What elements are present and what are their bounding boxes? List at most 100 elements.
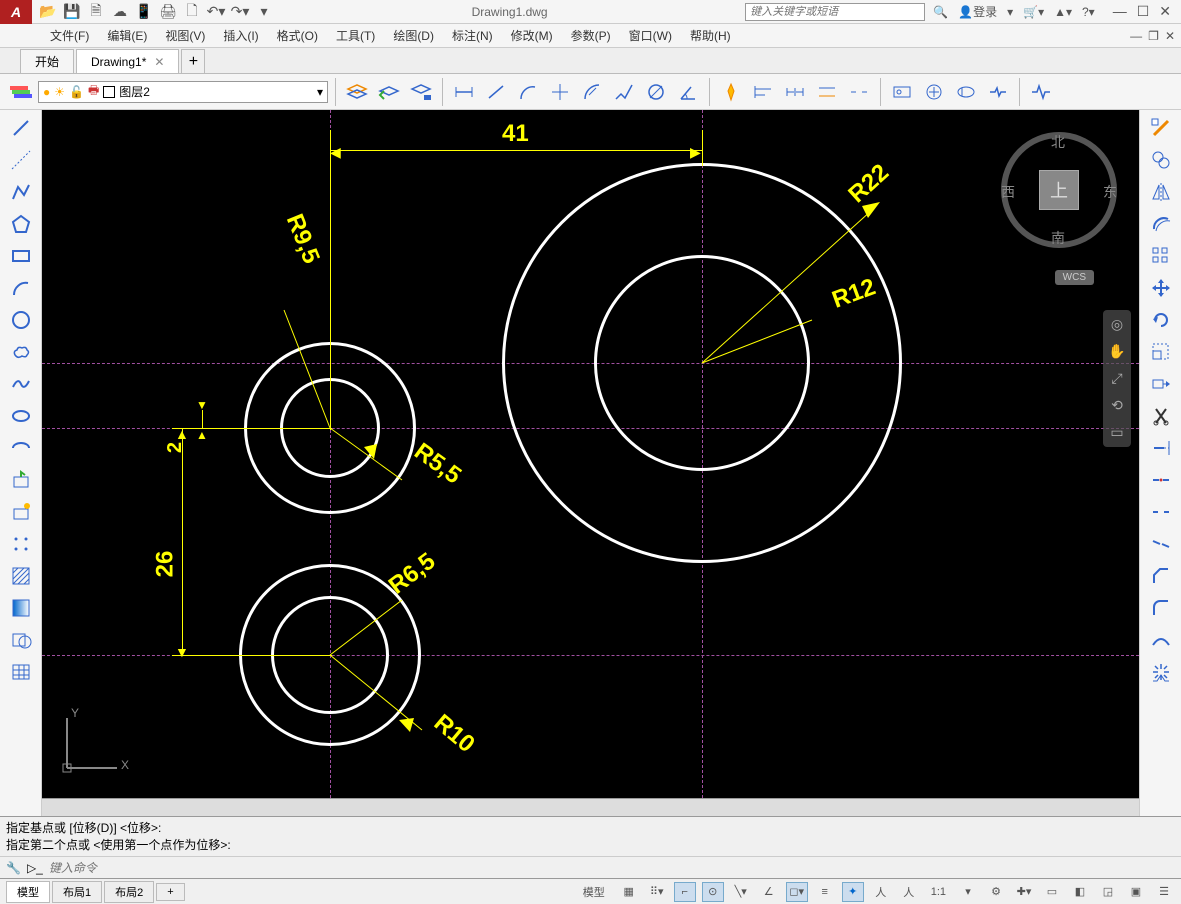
hatch-tool-icon[interactable] [6,562,36,590]
menu-modify[interactable]: 修改(M) [511,27,553,44]
arc-tool-icon[interactable] [6,274,36,302]
layout-tab-model[interactable]: 模型 [6,881,50,903]
make-block-tool-icon[interactable] [6,498,36,526]
viewcube[interactable]: 上 北 南 东 西 [999,130,1119,250]
menu-tools[interactable]: 工具(T) [336,27,375,44]
layer-previous-icon[interactable] [375,78,403,106]
menu-parametric[interactable]: 参数(P) [571,27,611,44]
layer-state-icon[interactable] [343,78,371,106]
extend-tool-icon[interactable] [1146,434,1176,462]
status-scale-label[interactable]: 1:1 [926,882,951,902]
tab-new-icon[interactable]: + [181,49,205,73]
status-plus-icon[interactable]: ✚▾ [1013,882,1035,902]
dim-aligned-icon[interactable] [482,78,510,106]
menu-insert[interactable]: 插入(I) [223,27,258,44]
status-sel-icon[interactable]: 人 [898,882,920,902]
mdi-close-icon[interactable]: ✕ [1165,29,1175,43]
maximize-icon[interactable]: ☐ [1137,3,1150,20]
scale-tool-icon[interactable] [1146,338,1176,366]
status-snap-icon[interactable]: ⠿▾ [646,882,668,902]
table-tool-icon[interactable] [6,658,36,686]
nav-pan-icon[interactable]: ✋ [1108,343,1125,360]
autodesk-icon[interactable]: ▲▾ [1054,5,1072,19]
status-tpy-icon[interactable]: 人 [870,882,892,902]
dim-arc-icon[interactable] [514,78,542,106]
nav-wheel-icon[interactable]: ◎ [1111,316,1123,333]
menu-window[interactable]: 窗口(W) [629,27,672,44]
drawing-canvas[interactable]: ◀ ▶ 41 ▲ ▼ 26 ▼ ▲ 2 [42,110,1139,798]
layer-match-icon[interactable] [407,78,435,106]
nav-showmotion-icon[interactable]: ▭ [1110,424,1123,441]
dim-jogged-icon[interactable] [610,78,638,106]
status-clean-icon[interactable]: ▣ [1125,882,1147,902]
help-icon[interactable]: ?▾ [1082,5,1095,19]
erase-tool-icon[interactable] [1146,114,1176,142]
break-point-tool-icon[interactable] [1146,466,1176,494]
search-go-icon[interactable]: 🔍 [933,5,948,19]
center-mark-icon[interactable] [920,78,948,106]
save-icon[interactable]: 💾 [62,2,82,22]
status-custom-icon[interactable]: ☰ [1153,882,1175,902]
polyline-tool-icon[interactable] [6,178,36,206]
dim-diameter-icon[interactable] [642,78,670,106]
dim-space-icon[interactable] [813,78,841,106]
dropdown-icon[interactable]: ▾ [1007,5,1013,19]
status-ortho-icon[interactable]: ⌐ [674,882,696,902]
status-scale-dropdown-icon[interactable]: ▾ [957,882,979,902]
mirror-tool-icon[interactable] [1146,178,1176,206]
dim-break-icon[interactable] [845,78,873,106]
point-tool-icon[interactable] [6,530,36,558]
tab-start[interactable]: 开始 [20,49,74,73]
gradient-tool-icon[interactable] [6,594,36,622]
polygon-tool-icon[interactable] [6,210,36,238]
app-logo[interactable]: A [0,0,32,24]
search-input[interactable] [745,3,925,21]
xline-tool-icon[interactable] [6,146,36,174]
status-isolate-icon[interactable]: ◲ [1097,882,1119,902]
menu-help[interactable]: 帮助(H) [690,27,731,44]
layer-dropdown-arrow-icon[interactable]: ▾ [317,85,323,99]
offset-tool-icon[interactable] [1146,210,1176,238]
mdi-restore-icon[interactable]: ❐ [1148,29,1159,43]
status-dyn-icon[interactable]: ✦ [842,882,864,902]
menu-edit[interactable]: 编辑(E) [107,27,147,44]
workspace-icon[interactable]: ▾ [254,2,274,22]
revcloud-tool-icon[interactable] [6,338,36,366]
layer-properties-icon[interactable] [6,78,34,106]
status-otrack-icon[interactable]: ∠ [758,882,780,902]
join-tool-icon[interactable] [1146,530,1176,558]
status-polar-icon[interactable]: ⊙ [702,882,724,902]
dim-ordinate-icon[interactable] [546,78,574,106]
status-lwt-icon[interactable]: ≡ [814,882,836,902]
status-model-button[interactable]: 模型 [576,882,612,902]
status-ui-icon[interactable]: ◧ [1069,882,1091,902]
array-tool-icon[interactable] [1146,242,1176,270]
status-qp-icon[interactable]: ▭ [1041,882,1063,902]
user-icon[interactable]: 👤登录 [958,3,997,20]
redo-icon[interactable]: ↷▾ [230,2,250,22]
dim-continue-icon[interactable] [781,78,809,106]
menu-view[interactable]: 视图(V) [165,27,205,44]
viewcube-south[interactable]: 南 [1051,228,1065,248]
explode-tool-icon[interactable] [1146,658,1176,686]
exchange-icon[interactable]: 🛒▾ [1023,5,1044,19]
fillet-tool-icon[interactable] [1146,594,1176,622]
new-icon[interactable]: 🗋 [182,2,202,22]
copy-tool-icon[interactable] [1146,146,1176,174]
blend-tool-icon[interactable] [1146,626,1176,654]
move-tool-icon[interactable] [1146,274,1176,302]
open-icon[interactable]: 📂 [38,2,58,22]
layout-tab-1[interactable]: 布局1 [52,881,102,903]
dim-angular-icon[interactable] [674,78,702,106]
menu-file[interactable]: 文件(F) [50,27,89,44]
close-icon[interactable]: ✕ [1159,3,1171,20]
trim-tool-icon[interactable] [1146,402,1176,430]
nav-orbit-icon[interactable]: ⟲ [1111,397,1123,414]
circle-tool-icon[interactable] [6,306,36,334]
rectangle-tool-icon[interactable] [6,242,36,270]
viewcube-east[interactable]: 东 [1103,182,1117,202]
region-tool-icon[interactable] [6,626,36,654]
status-grid-icon[interactable]: ▦ [618,882,640,902]
saveas-icon[interactable]: 🗎 [86,2,106,22]
dim-baseline-icon[interactable] [749,78,777,106]
